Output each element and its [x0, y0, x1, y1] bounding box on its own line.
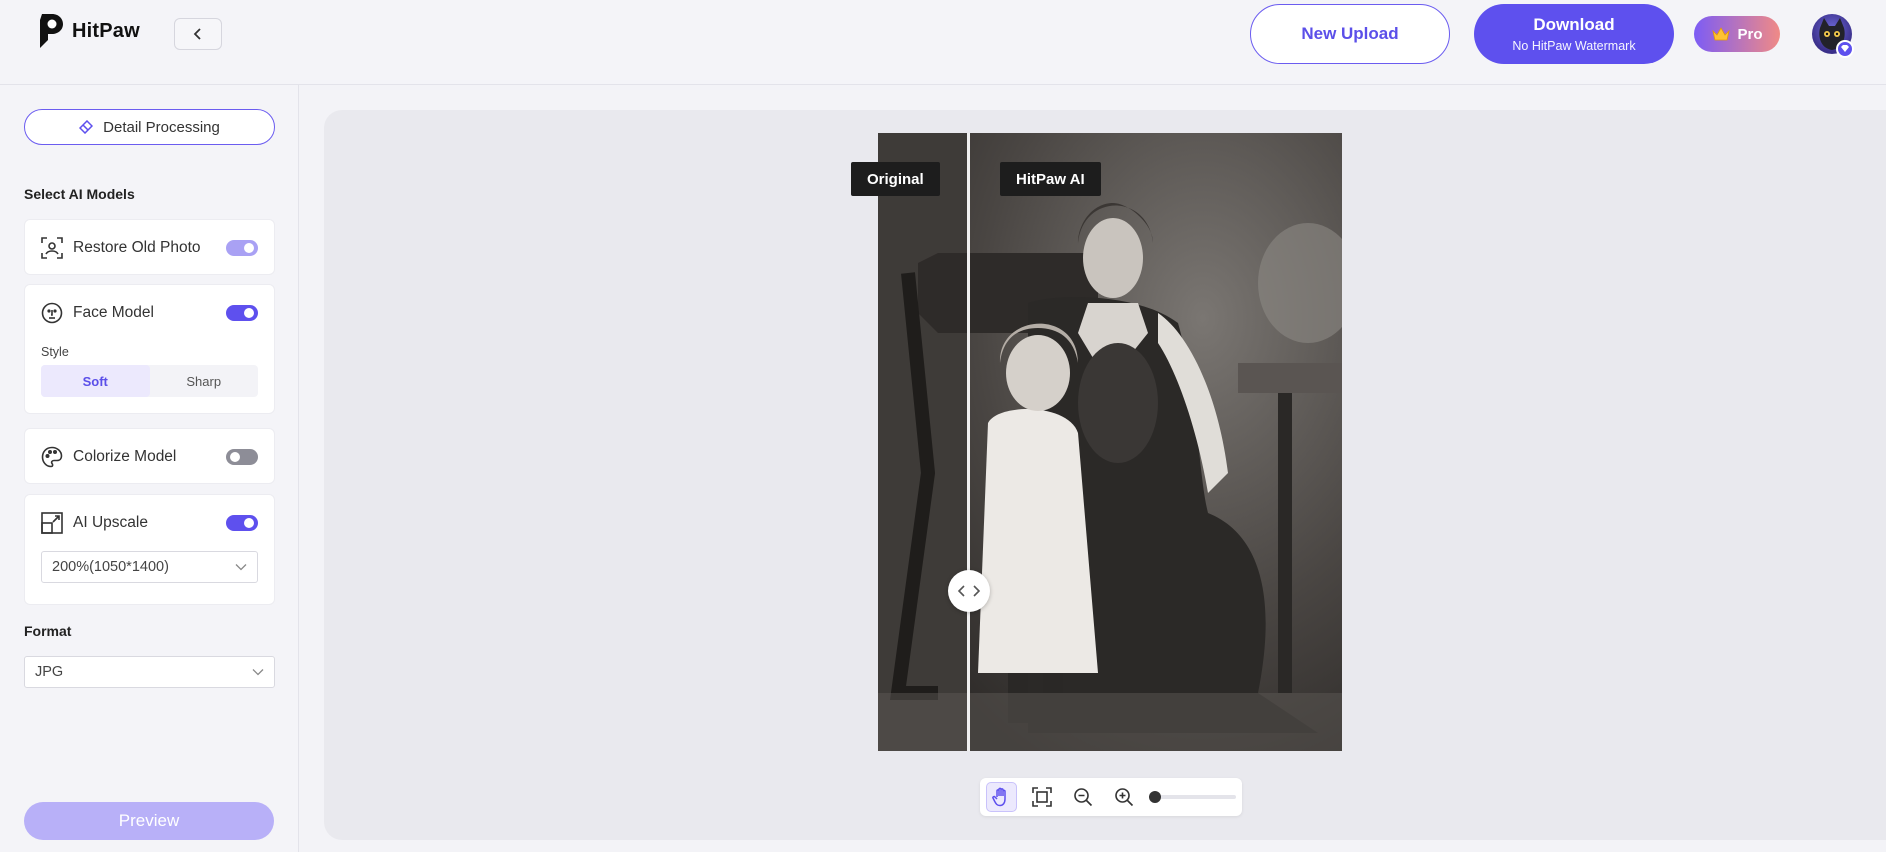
style-option-soft[interactable]: Soft [41, 365, 150, 397]
logo[interactable]: HitPaw [36, 12, 140, 50]
colorize-model-card: Colorize Model [24, 428, 275, 484]
zoom-slider[interactable] [1149, 791, 1237, 803]
colorize-model-label: Colorize Model [73, 448, 177, 465]
vip-badge-icon [1836, 40, 1854, 58]
eraser-icon [79, 120, 94, 134]
hitpaw-ai-tag: HitPaw AI [1000, 162, 1101, 196]
pro-button[interactable]: Pro [1694, 16, 1780, 52]
face-icon [41, 302, 63, 324]
vintage-photo-image [878, 133, 1342, 751]
app-name: HitPaw [72, 19, 140, 42]
chevron-down-icon [235, 564, 247, 571]
back-button[interactable] [174, 18, 222, 50]
restore-old-photo-label: Restore Old Photo [73, 239, 201, 256]
chevron-down-icon [252, 669, 264, 676]
crown-icon [1712, 27, 1731, 41]
style-label: Style [41, 345, 69, 359]
face-model-card: Face Model Style Soft Sharp [24, 284, 275, 414]
zoom-out-icon [1074, 788, 1093, 807]
style-option-sharp[interactable]: Sharp [150, 365, 259, 397]
fit-screen-icon [1032, 787, 1053, 807]
hitpaw-logo-icon [40, 14, 63, 48]
download-button[interactable]: Download No HitPaw Watermark [1474, 4, 1674, 64]
restore-old-photo-card: Restore Old Photo [24, 219, 275, 275]
chevron-left-icon [193, 28, 201, 40]
fit-screen-button[interactable] [1027, 782, 1058, 812]
ai-upscale-toggle[interactable] [226, 515, 258, 531]
zoom-in-icon [1115, 788, 1133, 807]
comparison-slider-handle[interactable] [948, 570, 990, 612]
detail-processing-label: Detail Processing [103, 118, 220, 136]
new-upload-button[interactable]: New Upload [1250, 4, 1450, 64]
ai-upscale-label: AI Upscale [73, 514, 148, 531]
download-sublabel: No HitPaw Watermark [1512, 39, 1636, 53]
zoom-in-button[interactable] [1108, 782, 1139, 812]
scan-face-icon [41, 237, 63, 259]
format-select[interactable]: JPG [24, 656, 275, 688]
detail-processing-button[interactable]: Detail Processing [24, 109, 275, 145]
zoom-slider-thumb[interactable] [1149, 791, 1162, 803]
view-toolbar [980, 778, 1242, 816]
select-models-title: Select AI Models [24, 186, 135, 202]
face-model-toggle[interactable] [226, 305, 258, 321]
format-value: JPG [35, 664, 64, 680]
zoom-out-button[interactable] [1068, 782, 1099, 812]
comparison-divider [967, 133, 970, 751]
pan-tool-button[interactable] [986, 782, 1017, 812]
photo-comparison[interactable] [878, 133, 1342, 751]
upscale-icon [41, 512, 63, 534]
download-label: Download [1533, 15, 1615, 34]
restore-old-photo-toggle[interactable] [226, 240, 258, 256]
upscale-size-value: 200%(1050*1400) [52, 559, 169, 575]
format-title: Format [24, 623, 72, 639]
top-bar: HitPaw New Upload Download No HitPaw Wat… [0, 0, 1886, 85]
hand-icon [992, 787, 1007, 807]
pro-label: Pro [1737, 25, 1763, 43]
original-tag: Original [851, 162, 940, 196]
colorize-model-toggle[interactable] [226, 449, 258, 465]
settings-sidebar: Detail Processing Select AI Models Resto… [0, 85, 299, 852]
face-model-label: Face Model [73, 304, 154, 321]
upscale-size-select[interactable]: 200%(1050*1400) [41, 551, 258, 583]
preview-button[interactable]: Preview [24, 802, 274, 840]
ai-upscale-card: AI Upscale 200%(1050*1400) [24, 494, 275, 605]
style-selector: Soft Sharp [41, 365, 258, 397]
palette-icon [41, 446, 63, 468]
chevron-left-right-icon [957, 585, 981, 597]
